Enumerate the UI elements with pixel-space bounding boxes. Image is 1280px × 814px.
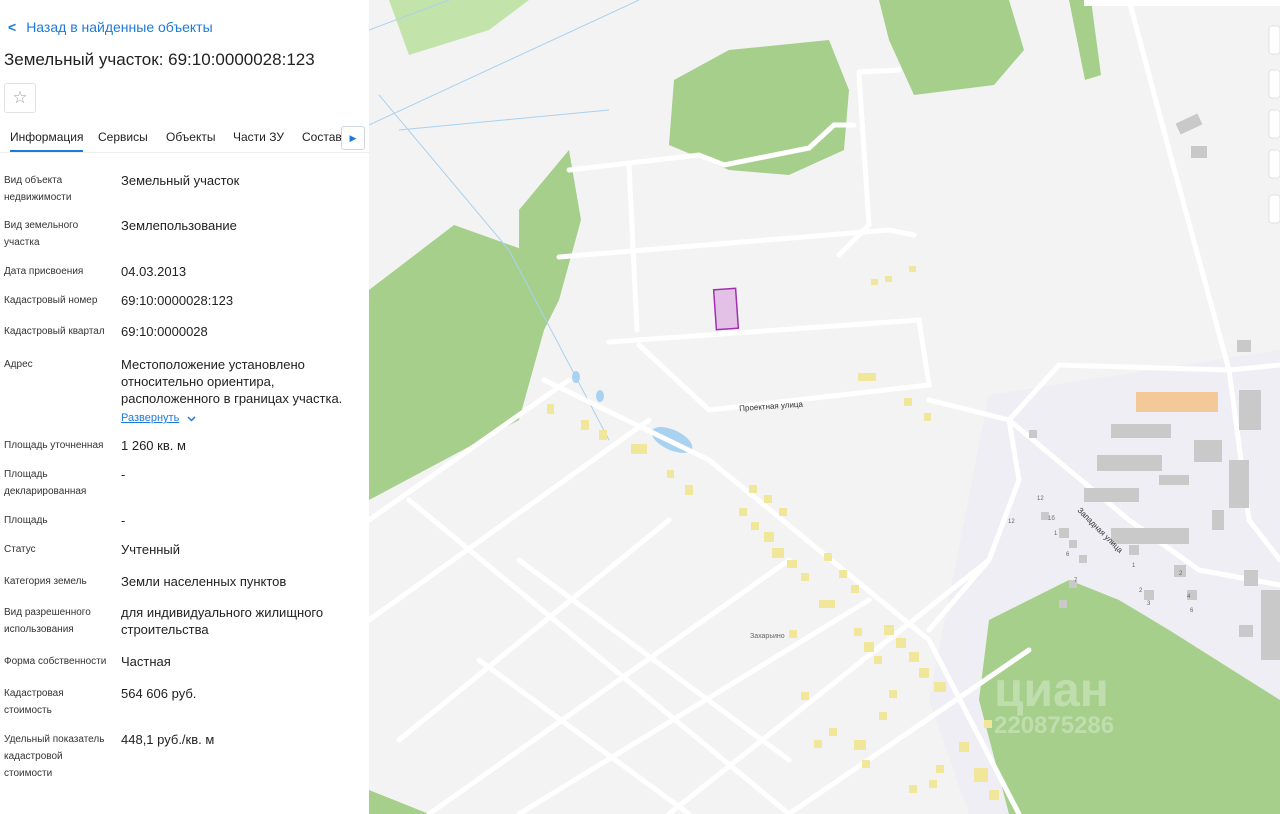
field-label: Площадь	[4, 515, 48, 526]
info-panel: < Назад в найденные объекты Земельный уч…	[0, 0, 369, 814]
back-link[interactable]: < Назад в найденные объекты	[8, 19, 213, 35]
field-label: Кадастровый номер	[4, 295, 98, 306]
field-value: 04.03.2013	[121, 264, 187, 279]
tab-information[interactable]: Информация	[10, 130, 84, 152]
field-label: Кадастровый квартал	[4, 326, 105, 337]
house-number: 12	[1037, 496, 1044, 502]
field-label: Статус	[4, 544, 36, 555]
expand-address-link[interactable]: Развернуть	[121, 410, 196, 427]
chevron-left-icon: <	[8, 19, 17, 35]
tab-bar: Информация Сервисы Объекты Части ЗУ Сост…	[0, 124, 369, 153]
field-value: Частная	[121, 654, 171, 669]
field-label: Вид объекта недвижимости	[4, 175, 72, 203]
field-label: Площадь декларированная	[4, 469, 87, 497]
watermark-number: 220875286	[994, 712, 1114, 739]
house-number: 1б	[1048, 516, 1055, 522]
field-value: Земли населенных пунктов	[121, 574, 287, 589]
field-value: 69:10:0000028:123	[121, 293, 234, 308]
field-label: Вид земельного участка	[4, 220, 79, 248]
page-title: Земельный участок: 69:10:0000028:123	[4, 50, 315, 69]
expand-label: Развернуть	[121, 412, 180, 424]
field-value: -	[121, 467, 126, 482]
village-label: Захарьино	[750, 633, 785, 640]
field-value: Земельный участок	[121, 173, 240, 188]
tab-composition[interactable]: Состав	[302, 130, 342, 144]
field-label: Дата присвоения	[4, 266, 84, 277]
watermark-logo: циан	[994, 664, 1109, 717]
tab-objects[interactable]: Объекты	[166, 130, 216, 144]
field-label: Кадастровая стоимость	[4, 688, 64, 716]
orange-building	[1136, 392, 1218, 412]
field-label: Удельный показатель кадастровой стоимост…	[4, 734, 105, 779]
field-label: Вид разрешенного использования	[4, 607, 91, 635]
chevron-down-icon	[187, 415, 196, 422]
field-label: Категория земель	[4, 576, 87, 587]
field-value: Местоположение установлено относительно …	[121, 357, 343, 406]
field-value: Землепользование	[121, 218, 237, 233]
field-label: Адрес	[4, 359, 33, 370]
star-icon: ☆	[12, 88, 28, 107]
address-value: Местоположение установлено относительно …	[121, 356, 361, 427]
favorite-star-button[interactable]: ☆	[4, 83, 36, 113]
back-link-label: Назад в найденные объекты	[26, 19, 213, 35]
field-value: 448,1 руб./кв. м	[121, 732, 215, 747]
tab-services[interactable]: Сервисы	[98, 130, 148, 144]
selected-land-plot[interactable]	[712, 287, 740, 331]
map-top-overlay	[1084, 0, 1280, 6]
field-value: -	[121, 513, 126, 528]
field-value: 1 260 кв. м	[121, 438, 186, 453]
tabs-scroll-right-button[interactable]: ▶	[341, 126, 365, 150]
tab-parts[interactable]: Части ЗУ	[233, 130, 284, 144]
field-label: Форма собственности	[4, 656, 107, 667]
caret-right-icon: ▶	[349, 132, 357, 143]
field-value: 69:10:0000028	[121, 324, 208, 339]
field-label: Площадь уточненная	[4, 440, 104, 451]
field-value: для индивидуального жилищного строительс…	[121, 605, 324, 637]
cadastral-map[interactable]: Проектная улица Западная улица Захарьино…	[369, 0, 1280, 814]
house-number: 12	[1008, 519, 1015, 525]
field-value: 564 606 руб.	[121, 686, 197, 701]
field-value: Учтенный	[121, 542, 181, 557]
